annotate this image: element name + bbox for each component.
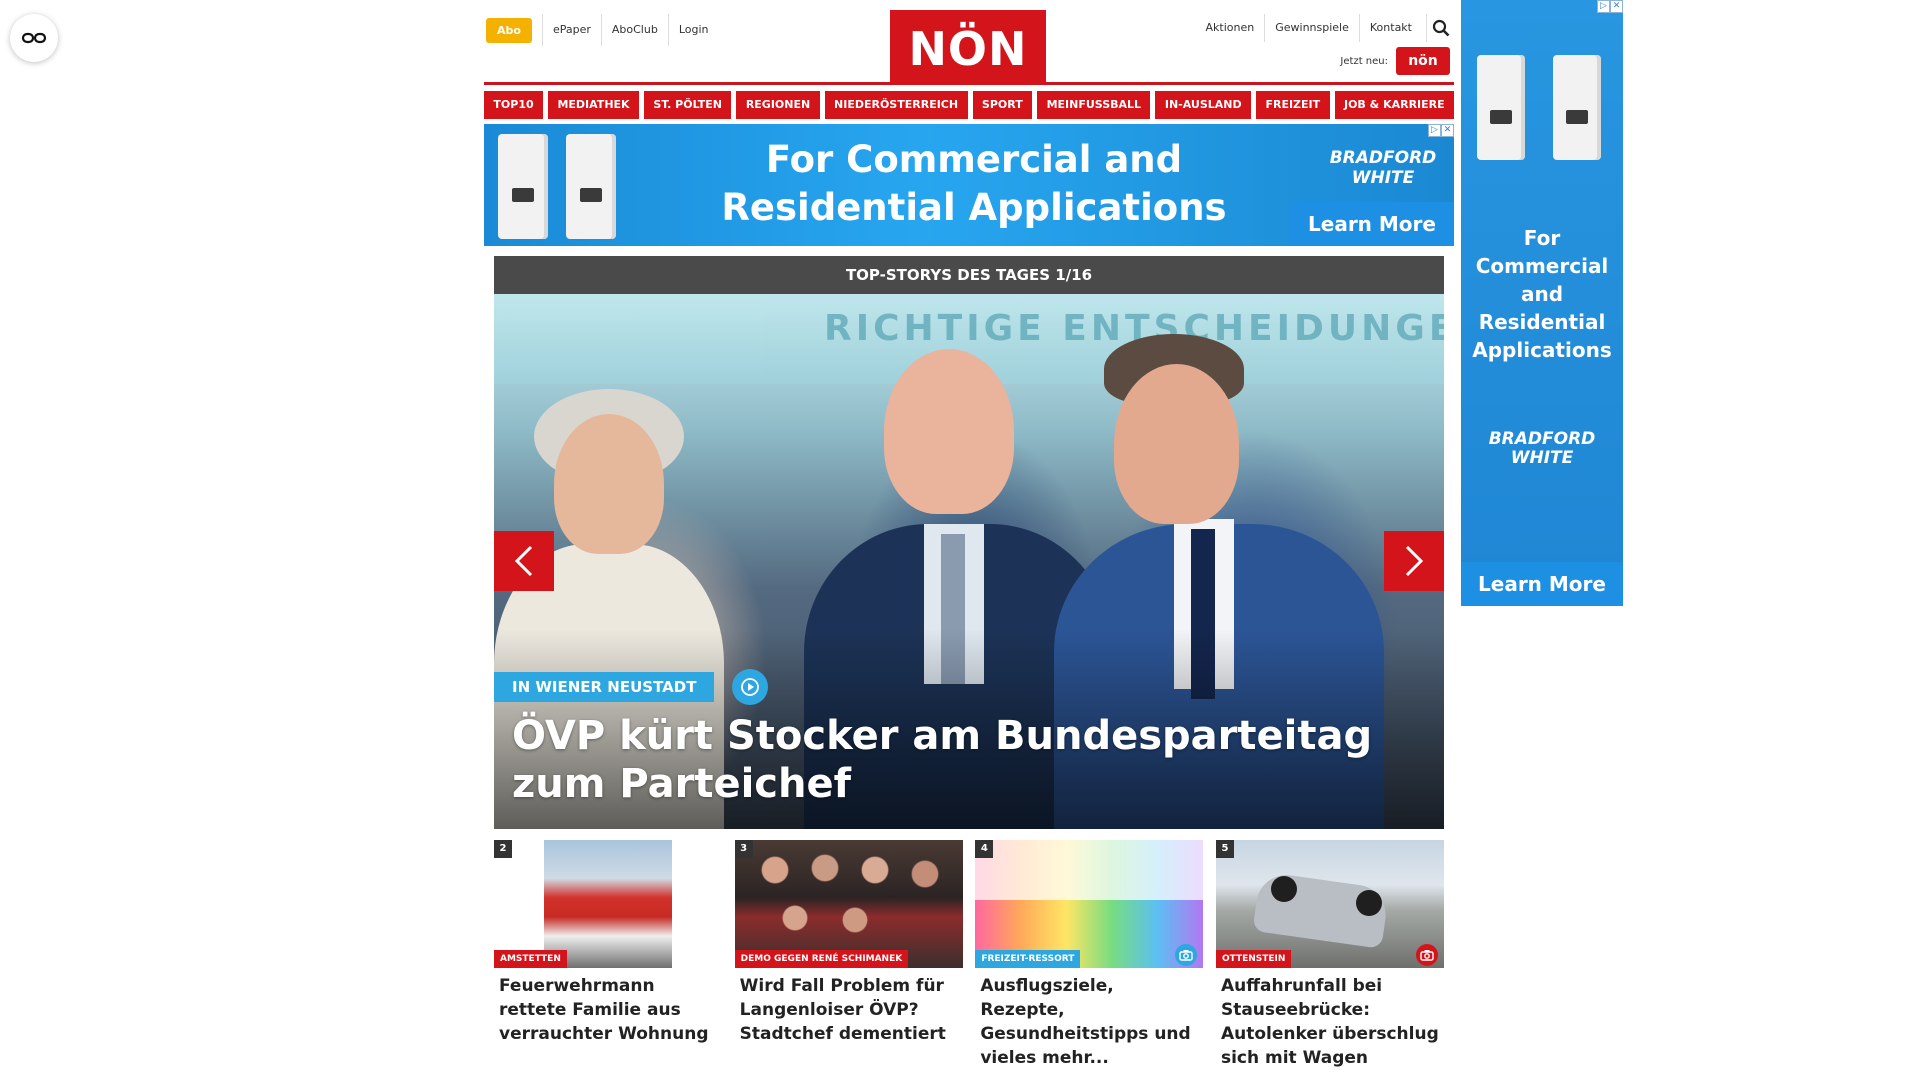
teaser-tag[interactable]: OTTENSTEIN [1215, 950, 1292, 968]
image-highlight [975, 840, 1204, 900]
ad-headline-line: Residential Applications [721, 186, 1227, 229]
gallery-badge [1415, 944, 1438, 966]
top-story-headline[interactable]: ÖVP kürt Stocker am Bundesparteitag zum … [512, 712, 1432, 808]
ad-brand-logo: BRADFORD WHITE [1488, 429, 1596, 468]
nav-item-st-poelten[interactable]: ST. PÖLTEN [643, 91, 732, 119]
main-nav: TOP10 MEDIATHEK ST. PÖLTEN REGIONEN NIED… [484, 91, 1455, 119]
nav-item-job-karriere[interactable]: JOB & KARRIERE [1334, 91, 1455, 119]
teaser-image[interactable]: 2 AMSTETTEN [494, 840, 722, 968]
nav-item-top10[interactable]: TOP10 [484, 91, 544, 119]
chevron-right-icon [1405, 545, 1424, 577]
ad-info-icon[interactable]: ▷ [1428, 124, 1441, 137]
teaser-tag[interactable]: AMSTETTEN [494, 950, 567, 968]
leaderboard-ad[interactable]: For Commercial and Residential Applicati… [484, 124, 1454, 246]
ad-info-icon[interactable]: ▷ [1597, 0, 1610, 13]
ad-brand-logo: BRADFORD WHITE [1329, 148, 1437, 188]
jetzt-neu: Jetzt neu: nön [1340, 47, 1450, 75]
teaser-card[interactable]: 5 OTTENSTEIN Auffahrunfall bei Stauseebr… [1215, 840, 1444, 1070]
ad-choices[interactable]: ▷ ✕ [1428, 124, 1454, 137]
teaser-card[interactable]: 2 AMSTETTEN Feuerwehrmann rettete Famili… [494, 840, 722, 1070]
nav-item-regionen[interactable]: REGIONEN [736, 91, 820, 119]
teaser-image[interactable]: 3 DEMO GEGEN RENÉ SCHIMANEK [734, 840, 963, 968]
person-shape [884, 349, 1014, 514]
top-story-tag: IN WIENER NEUSTADT [494, 669, 769, 705]
ad-headline: For Commercial and Residential Applicati… [1472, 226, 1612, 362]
fire-truck-image [544, 840, 672, 968]
nav-item-meinfussball[interactable]: MEINFUSSBALL [1037, 91, 1151, 119]
teaser-rank: 3 [734, 840, 753, 858]
jetzt-neu-label: Jetzt neu: [1340, 55, 1388, 67]
site-header: Abo ePaper AboClub Login NÖN Aktionen Ge… [484, 0, 1454, 85]
wheel-shape [1270, 876, 1297, 902]
ad-close-icon[interactable]: ✕ [1441, 124, 1454, 137]
ad-learn-more-button[interactable]: Learn More [1290, 202, 1454, 246]
app-badge[interactable]: nön [1396, 47, 1450, 75]
site-logo[interactable]: NÖN [890, 10, 1046, 85]
ad-headline: For Commercial and Residential Applicati… [714, 136, 1234, 232]
person-shape [1114, 364, 1239, 524]
teaser-image[interactable]: 4 FREIZEIT-RESSORT [975, 840, 1204, 968]
header-left-links: Abo ePaper AboClub Login [486, 14, 719, 46]
person-shape [554, 414, 664, 554]
carousel-next-button[interactable] [1384, 531, 1444, 591]
nav-item-sport[interactable]: SPORT [972, 91, 1033, 119]
gewinnspiele-link[interactable]: Gewinnspiele [1264, 14, 1359, 42]
glasses-icon [21, 32, 47, 44]
ad-close-icon[interactable]: ✕ [1610, 0, 1623, 13]
page-container: Abo ePaper AboClub Login NÖN Aktionen Ge… [484, 0, 1455, 1080]
nav-item-niederoesterreich[interactable]: NIEDERÖSTERREICH [824, 91, 968, 119]
nav-item-freizeit[interactable]: FREIZEIT [1256, 91, 1330, 119]
top-story-image[interactable]: RICHTIGE ENTSCHEIDUNGEN. IN WIENER NEUST… [494, 294, 1444, 829]
boiler-image [498, 134, 548, 239]
chevron-left-icon [514, 545, 533, 577]
ad-learn-more-button[interactable]: Learn More [1461, 562, 1623, 606]
teaser-row: 2 AMSTETTEN Feuerwehrmann rettete Famili… [494, 840, 1444, 1070]
epaper-link[interactable]: ePaper [541, 14, 601, 46]
ad-choices[interactable]: ▷ ✕ [1597, 0, 1623, 13]
teaser-rank: 5 [1215, 840, 1234, 858]
teaser-tag[interactable]: FREIZEIT-RESSORT [975, 950, 1081, 968]
teaser-title[interactable]: Auffahrunfall bei Stauseebrücke: Autolen… [1216, 974, 1444, 1070]
video-play-button[interactable] [732, 669, 769, 705]
aboclub-link[interactable]: AboClub [600, 14, 668, 46]
teaser-title[interactable]: Ausflugsziele, Rezepte, Gesundheitstipps… [975, 974, 1203, 1070]
kontakt-link[interactable]: Kontakt [1358, 14, 1422, 42]
abo-button[interactable]: Abo [486, 17, 532, 43]
play-icon [741, 678, 760, 696]
top-story-carousel: TOP-STORYS DES TAGES 1/16 RICHTIGE ENTSC… [494, 256, 1444, 829]
top-story-bar: TOP-STORYS DES TAGES 1/16 [494, 256, 1444, 294]
boiler-image [1477, 55, 1525, 160]
search-button[interactable] [1426, 14, 1454, 42]
skyscraper-ad[interactable]: For Commercial and Residential Applicati… [1461, 0, 1623, 606]
teaser-tag[interactable]: DEMO GEGEN RENÉ SCHIMANEK [734, 950, 909, 968]
login-link[interactable]: Login [667, 14, 719, 46]
teaser-card[interactable]: 4 FREIZEIT-RESSORT Ausflugsziele, Rezept… [975, 840, 1204, 1070]
teaser-rank: 2 [494, 840, 512, 858]
aktionen-link[interactable]: Aktionen [1196, 14, 1265, 42]
wheel-shape [1355, 890, 1382, 916]
teaser-image[interactable]: 5 OTTENSTEIN [1215, 840, 1444, 968]
teaser-title[interactable]: Feuerwehrmann rettete Familie aus verrau… [494, 974, 722, 1046]
nav-item-in-ausland[interactable]: IN-AUSLAND [1155, 91, 1252, 119]
teaser-rank: 4 [975, 840, 994, 858]
top-story-location[interactable]: IN WIENER NEUSTADT [494, 672, 715, 702]
group-photo-image [734, 840, 963, 968]
carousel-prev-button[interactable] [494, 531, 554, 591]
teaser-title[interactable]: Wird Fall Problem für Langenloiser ÖVP? … [735, 974, 963, 1046]
search-icon [1432, 19, 1449, 37]
ad-headline-line: For Commercial and [765, 138, 1183, 181]
reader-mode-button[interactable] [10, 14, 58, 62]
boiler-image [566, 134, 616, 239]
header-right-links: Aktionen Gewinnspiele Kontakt [1196, 14, 1454, 42]
camera-icon [1420, 950, 1434, 961]
teaser-card[interactable]: 3 DEMO GEGEN RENÉ SCHIMANEK Wird Fall Pr… [734, 840, 963, 1070]
camera-icon [1179, 950, 1194, 961]
boiler-image [1553, 55, 1601, 160]
nav-item-mediathek[interactable]: MEDIATHEK [548, 91, 639, 119]
